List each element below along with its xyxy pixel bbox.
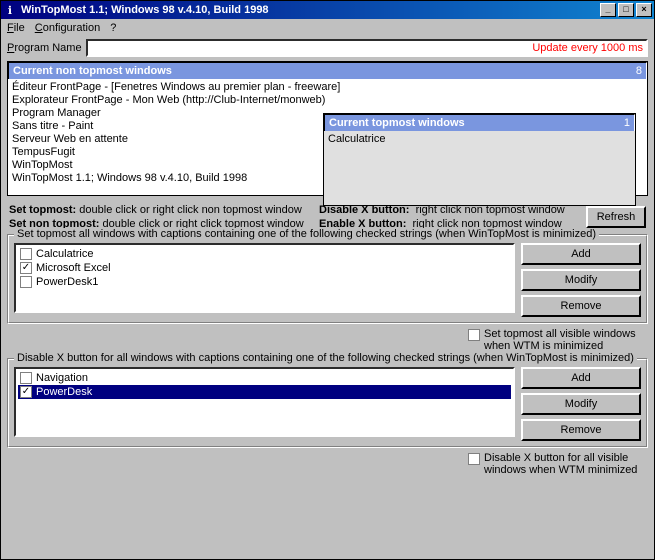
hint-set-topmost-text: double click or right click non topmost … <box>79 204 302 216</box>
check-item[interactable]: ✓ Microsoft Excel <box>18 261 511 275</box>
check-item[interactable]: Calculatrice <box>18 247 511 261</box>
add-button-1[interactable]: Add <box>521 243 641 265</box>
titlebar[interactable]: ℹ WinTopMost 1.1; Windows 98 v.4.10, Bui… <box>1 1 654 19</box>
disable-x-group: Disable X button for all windows with ca… <box>7 358 648 448</box>
non-topmost-count: 8 <box>636 65 642 77</box>
disable-x-legend: Disable X button for all windows with ca… <box>14 352 637 364</box>
checkbox-icon[interactable]: ✓ <box>20 386 32 398</box>
set-topmost-all-checkbox[interactable]: Set topmost all visible windows when WTM… <box>468 328 644 352</box>
check-item-label: Calculatrice <box>36 247 93 261</box>
update-interval-label: Update every 1000 ms <box>532 42 643 54</box>
list-item[interactable]: Explorateur FrontPage - Mon Web (http://… <box>12 94 643 107</box>
check-item[interactable]: Navigation <box>18 371 511 385</box>
menu-file[interactable]: File <box>7 22 25 34</box>
disable-x-checklist[interactable]: Navigation ✓ PowerDesk <box>14 367 515 437</box>
checkbox-icon[interactable]: ✓ <box>20 262 32 274</box>
app-window: ℹ WinTopMost 1.1; Windows 98 v.4.10, Bui… <box>0 0 655 560</box>
modify-button-1[interactable]: Modify <box>521 269 641 291</box>
program-name-label: Program Name <box>7 42 82 54</box>
menu-configuration[interactable]: Configuration <box>35 22 100 34</box>
window-title: WinTopMost 1.1; Windows 98 v.4.10, Build… <box>21 4 600 16</box>
topmost-panel: Current topmost windows 1 Calculatrice <box>323 113 636 206</box>
maximize-button[interactable]: □ <box>618 3 634 17</box>
list-item[interactable]: Calculatrice <box>328 133 631 145</box>
non-topmost-header: Current non topmost windows 8 <box>8 62 647 79</box>
disable-x-all-checkbox[interactable]: Disable X button for all visible windows… <box>468 452 644 476</box>
hint-set-topmost-label: Set topmost: <box>9 204 76 216</box>
program-name-input[interactable]: Update every 1000 ms <box>86 39 648 57</box>
close-button[interactable]: × <box>636 3 652 17</box>
topmost-count: 1 <box>624 117 630 129</box>
checkbox-icon <box>468 453 480 465</box>
checkbox-icon[interactable] <box>20 248 32 260</box>
check-item[interactable]: ✓ PowerDesk <box>18 385 511 399</box>
refresh-button[interactable]: Refresh <box>586 206 646 228</box>
check-item-label: Navigation <box>36 371 88 385</box>
list-item[interactable]: Éditeur FrontPage - [Fenetres Windows au… <box>12 81 643 94</box>
remove-button-2[interactable]: Remove <box>521 419 641 441</box>
topmost-header: Current topmost windows 1 <box>324 114 635 131</box>
menubar: File Configuration ? <box>1 19 654 37</box>
checkbox-icon <box>468 329 480 341</box>
set-topmost-group: Set topmost all windows with captions co… <box>7 234 648 324</box>
set-topmost-all-label: Set topmost all visible windows when WTM… <box>484 328 644 352</box>
checkbox-icon[interactable] <box>20 276 32 288</box>
add-button-2[interactable]: Add <box>521 367 641 389</box>
set-topmost-legend: Set topmost all windows with captions co… <box>14 228 599 240</box>
topmost-list[interactable]: Calculatrice <box>324 131 635 205</box>
check-item-label: Microsoft Excel <box>36 261 111 275</box>
checkbox-icon[interactable] <box>20 372 32 384</box>
app-icon: ℹ <box>3 4 17 17</box>
menu-help[interactable]: ? <box>110 22 116 34</box>
set-topmost-checklist[interactable]: Calculatrice ✓ Microsoft ExcelPowerDesk1 <box>14 243 515 313</box>
check-item-label: PowerDesk <box>36 385 92 399</box>
check-item-label: PowerDesk1 <box>36 275 98 289</box>
remove-button-1[interactable]: Remove <box>521 295 641 317</box>
disable-x-all-label: Disable X button for all visible windows… <box>484 452 644 476</box>
modify-button-2[interactable]: Modify <box>521 393 641 415</box>
minimize-button[interactable]: _ <box>600 3 616 17</box>
check-item[interactable]: PowerDesk1 <box>18 275 511 289</box>
